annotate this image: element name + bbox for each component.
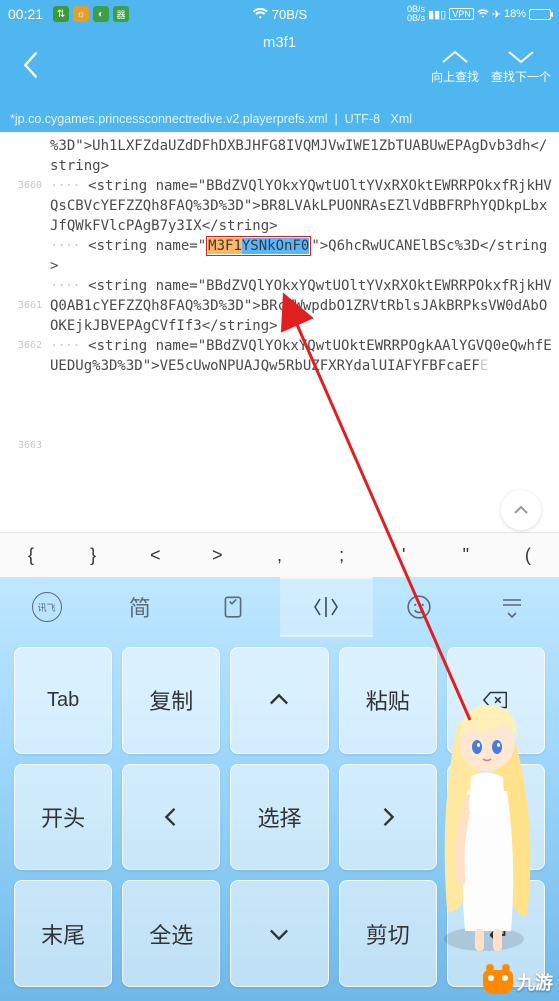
emoji-button[interactable] (373, 577, 466, 637)
key-del[interactable]: Del (447, 764, 545, 871)
down-speed: 0B/s (407, 14, 425, 23)
wifi-icon-2 (477, 9, 489, 19)
key-copy[interactable]: 复制 (122, 647, 220, 754)
status-app-icon: ⇅ (53, 6, 69, 22)
keyboard-toolbar: 讯飞 简 (0, 577, 559, 637)
key-down[interactable] (230, 880, 328, 987)
key-right[interactable] (339, 764, 437, 871)
whitespace-marker: ···· (50, 238, 80, 254)
status-app-icon-3: ◐ (93, 6, 109, 22)
key-paste[interactable]: 粘贴 (339, 647, 437, 754)
line-number: 3663 (0, 436, 42, 456)
status-time: 00:21 (8, 6, 43, 22)
watermark: 九游 (483, 969, 553, 995)
code-text: <string name="BBdZVQlYOkxYQwtUOktEWRRPOg… (50, 338, 552, 374)
app-header: m3f1 向上查找 查找下一个 (0, 28, 559, 108)
file-type: Xml (390, 112, 412, 126)
file-name: *jp.co.cygames.princessconnectredive.v2.… (10, 112, 328, 126)
key-cut[interactable]: 剪切 (339, 880, 437, 987)
key-end[interactable]: 末尾 (14, 880, 112, 987)
status-app-icon-4: 器 (113, 6, 129, 22)
keyboard: 讯飞 简 Tab 复制 粘贴 开头 选择 Del 末尾 全选 剪切 (0, 577, 559, 1001)
file-encoding: UTF-8 (345, 112, 380, 126)
line-number: 3661 (0, 296, 42, 316)
ime-simp-button[interactable]: 简 (93, 577, 186, 637)
find-prev-label: 向上查找 (431, 68, 479, 85)
key-backspace[interactable] (447, 647, 545, 754)
find-prev-button[interactable]: 向上查找 (431, 48, 479, 85)
sym-key[interactable]: , (248, 545, 310, 566)
back-button[interactable] (12, 47, 48, 90)
sym-key[interactable]: } (62, 545, 124, 566)
watermark-logo-icon (483, 970, 513, 994)
code-text: <string name="BBdZVQlYOkxYQwtUOltYVxRXOk… (50, 278, 552, 334)
net-speed: 70B/S (272, 7, 307, 22)
key-up[interactable] (230, 647, 328, 754)
status-bar: 00:21 ⇅ ☼ ◐ 器 70B/S 0B/s 0B/s ▮▮▯ VPN ✈ … (0, 0, 559, 28)
sym-key[interactable]: < (124, 545, 186, 566)
whitespace-marker: ···· (50, 178, 80, 194)
sym-key[interactable]: ' (373, 545, 435, 566)
key-left[interactable] (122, 764, 220, 871)
line-number: 3662 (0, 336, 42, 356)
code-editor[interactable]: 3660 3661 3662 3663 %3D">Uh1LXFZdaUZdDFh… (0, 132, 559, 532)
code-text: E (480, 358, 488, 374)
battery-icon (529, 9, 551, 20)
find-next-button[interactable]: 查找下一个 (491, 48, 551, 85)
key-home[interactable]: 开头 (14, 764, 112, 871)
cursor-mode-button[interactable] (280, 577, 373, 637)
key-select[interactable]: 选择 (230, 764, 328, 871)
vpn-badge: VPN (449, 8, 474, 20)
key-select-all[interactable]: 全选 (122, 880, 220, 987)
wifi-icon (252, 8, 268, 20)
file-info-bar: *jp.co.cygames.princessconnectredive.v2.… (0, 108, 559, 132)
sym-key[interactable]: " (435, 545, 497, 566)
code-text: %3D">Uh1LXFZdaUZdDFhDXBJHFG8IVQMJVwIWE1Z… (50, 138, 547, 174)
scroll-top-button[interactable] (501, 490, 541, 530)
airplane-icon: ✈ (492, 8, 501, 21)
sym-key[interactable]: ; (311, 545, 373, 566)
ime-logo-label: 讯飞 (32, 592, 62, 622)
whitespace-marker: ···· (50, 338, 80, 354)
search-highlight: M3F1YSNkOnF0 (206, 236, 311, 256)
code-text: <string name=" (80, 238, 206, 254)
header-title: m3f1 (263, 34, 296, 51)
line-gutter: 3660 3661 3662 3663 (0, 132, 48, 532)
whitespace-marker: ···· (50, 278, 80, 294)
key-tab[interactable]: Tab (14, 647, 112, 754)
hide-keyboard-button[interactable] (466, 577, 559, 637)
find-next-label: 查找下一个 (491, 68, 551, 85)
sym-key[interactable]: { (0, 545, 62, 566)
ime-logo-button[interactable]: 讯飞 (0, 577, 93, 637)
code-text: <string name="BBdZVQlYOkxYQwtUOltYVxRXOk… (50, 178, 552, 234)
symbol-row: { } < > , ; ' " ( (0, 532, 559, 578)
status-app-icon-2: ☼ (73, 6, 89, 22)
code-content[interactable]: %3D">Uh1LXFZdaUZdDFhDXBJHFG8IVQMJVwIWE1Z… (48, 132, 559, 532)
signal-icon: ▮▮▯ (428, 8, 446, 21)
battery-pct: 18% (504, 8, 526, 20)
line-number: 3660 (0, 176, 42, 196)
search-match: M3F1 (208, 238, 242, 254)
clipboard-button[interactable] (186, 577, 279, 637)
search-match-tail: YSNkOnF0 (242, 238, 309, 254)
sym-key[interactable]: ( (497, 545, 559, 566)
sym-key[interactable]: > (186, 545, 248, 566)
watermark-text: 九游 (517, 969, 553, 995)
